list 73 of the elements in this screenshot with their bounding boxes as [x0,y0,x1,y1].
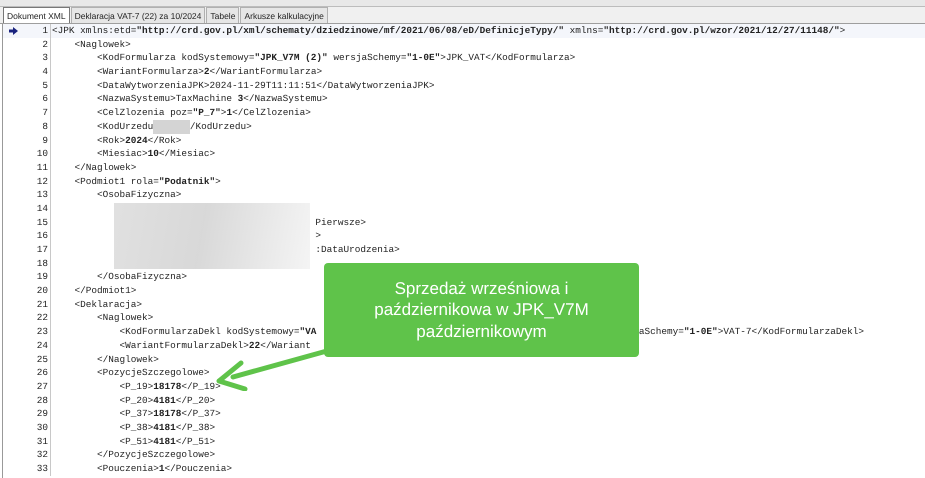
code-line: <Naglowek> [96,311,154,326]
line-number: 1 [23,24,51,38]
tab[interactable]: Deklaracja VAT-7 (22) za 10/2024 [70,7,206,23]
code-line: </Naglowek> [96,352,159,366]
line-number: 11 [23,160,51,175]
tab[interactable]: Tabele [206,7,240,23]
callout-box: Sprzedaż wrześniowa i październikowa w JPK_V7M październikowym [324,263,639,357]
code-line: :DataUrodzenia> [315,243,400,257]
code-line: <WariantFormularza>2</WariantFormularza> [96,65,322,79]
code-line: </Podmiot1> [74,284,136,298]
code-line: <PozycjeSzczegolowe> [96,366,210,380]
code-line: <JPK xmlns:etd="http://crd.gov.pl/xml/schematy/dziedzinowe/mf/2021/06/08/eD/DefinicjeTypy/" xmlns="http://crd.gov.pl/wzor/2021/12/27/11148/"> [52,24,846,38]
redaction-block [153,120,190,134]
code-line: Pierwsze> [315,216,366,230]
code-line: aSchemy="1-0E">VAT-7</KodFormularzaDekl> [638,325,864,339]
line-number: 24 [23,338,51,352]
code-line: <P_51>4181</P_51> [118,434,216,448]
line-number: 8 [23,120,51,134]
code-line: <WariantFormularzaDekl>22</Wariant [118,338,311,353]
line-number: 32 [23,448,51,462]
code-line: > [315,229,322,244]
line-number: 29 [23,407,51,421]
current-line-arrow-icon [8,26,18,35]
line-number: 28 [23,394,51,408]
line-number: 9 [23,134,51,148]
code-line: <OsobaFizyczna> [96,188,182,202]
code-line: </PozycjeSzczegolowe> [96,448,216,462]
code-line: <Deklaracja> [74,298,142,312]
line-number: 26 [23,366,51,380]
code-line: <CelZlozenia poz="P_7">1</CelZlozenia> [96,106,311,120]
code-line: <P_37>18178</P_37> [118,407,221,421]
line-number: 6 [23,92,51,106]
line-number: 18 [23,256,51,270]
line-number: 13 [23,188,51,202]
line-number: 33 [23,462,51,476]
line-number: 17 [23,243,51,257]
line-number: 14 [23,202,51,216]
code-line: <KodFormularzaDekl kodSystemowy="VA [118,325,316,339]
code-line: </Naglowek> [74,160,136,175]
code-line: <P_19>18178</P_19> [118,380,221,394]
line-number: 5 [23,78,51,92]
line-number: 3 [23,51,51,66]
line-number: 16 [23,229,51,243]
code-line: <DataWytworzeniaJPK>2024-11-29T11:11:51</DataWytworzeniaJPK> [96,78,435,92]
line-number: 31 [23,434,51,448]
tab[interactable]: Dokument XML [3,7,70,23]
code-line: <P_38>4181</P_38> [118,420,216,435]
code-line: <KodUrzedu [96,120,154,134]
line-number: 15 [23,216,51,230]
code-line: </OsobaFizyczna> [96,270,188,284]
line-number: 7 [23,106,51,120]
line-number: 22 [23,311,51,326]
line-number: 30 [23,420,51,435]
code-line: <Naglowek> [74,38,131,52]
line-number: 4 [23,65,51,79]
tab[interactable]: Arkusze kalkulacyjne [240,7,328,23]
code-line: /KodUrzedu> [190,120,252,134]
line-number: 25 [23,352,51,366]
line-number: 27 [23,380,51,394]
line-number: 20 [23,284,51,298]
line-number: 21 [23,298,51,312]
line-number: 2 [23,38,51,52]
line-number: 23 [23,325,51,339]
code-line: <Miesiac>10</Miesiac> [96,147,216,161]
code-line: <NazwaSystemu>TaxMachine 3</NazwaSystemu> [96,92,328,106]
code-line: <Rok>2024</Rok> [96,134,182,148]
code-line: <Podmiot1 rola="Podatnik"> [74,174,221,188]
line-number: 10 [23,147,51,161]
code-line: <Pouczenia>1</Pouczenia> [96,462,232,476]
line-number: 19 [23,270,51,284]
code-line: <P_20>4181</P_20> [118,394,216,408]
code-line: <KodFormularza kodSystemowy="JPK_V7M (2)" wersjaSchemy="1-0E">JPK_VAT</KodFormularza> [96,51,576,66]
line-number: 12 [23,174,51,188]
